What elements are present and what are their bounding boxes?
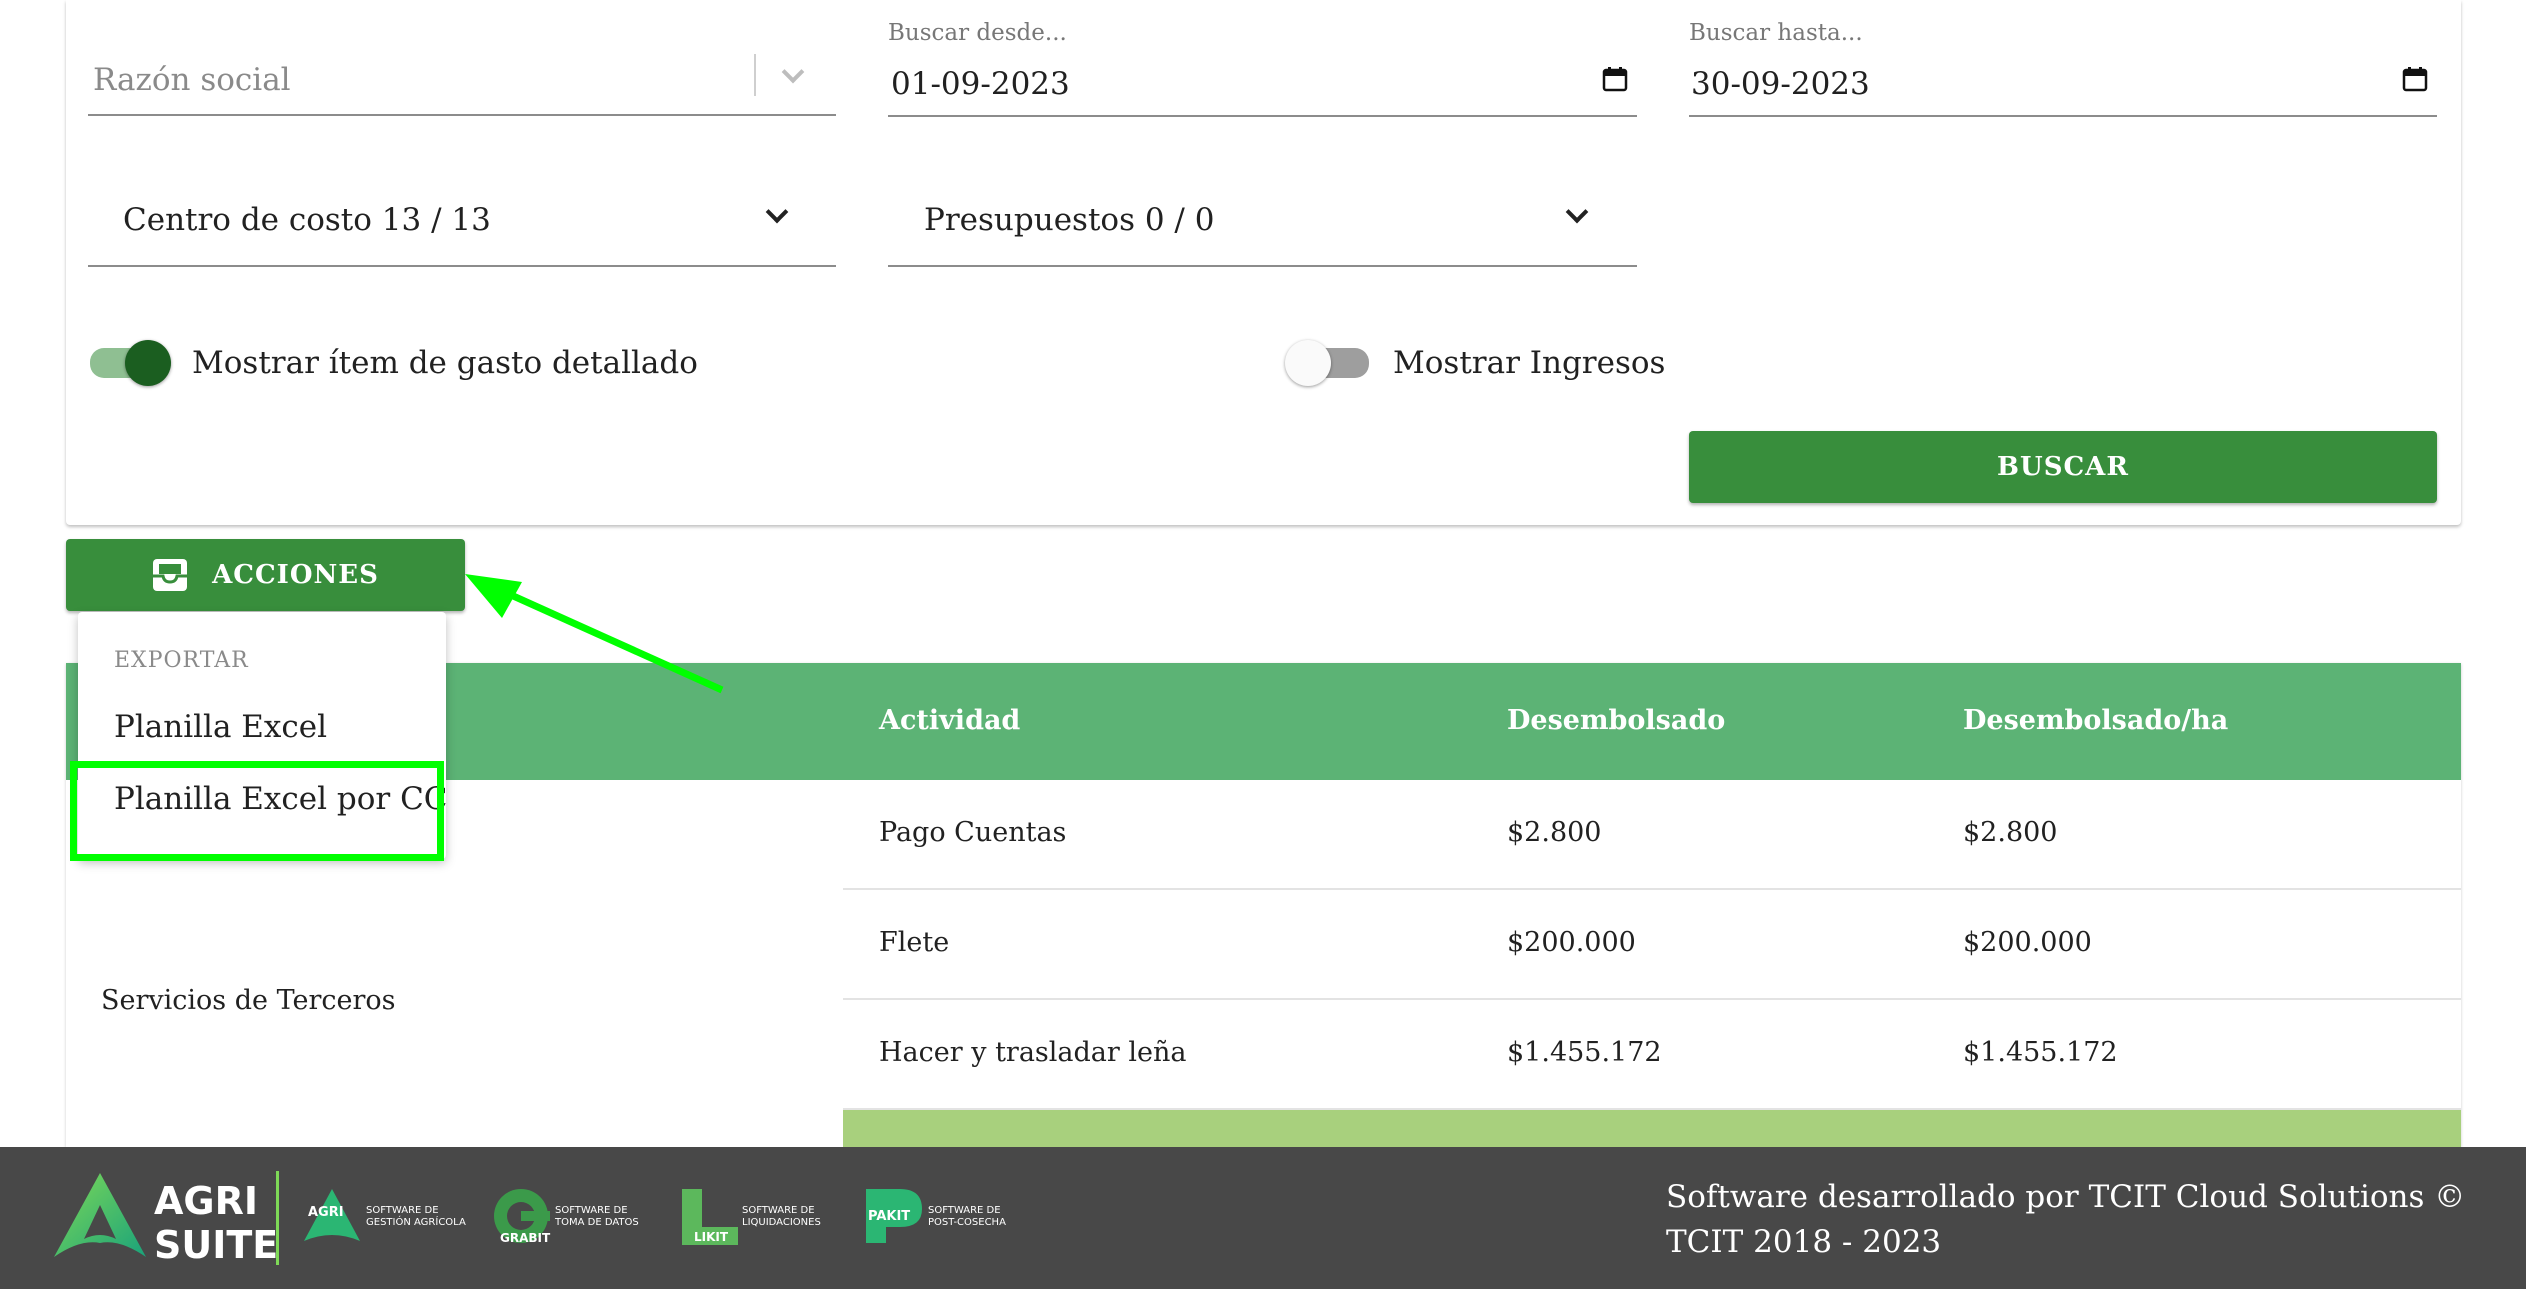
product-name: LIKIT xyxy=(694,1230,729,1244)
buscar-hasta-field[interactable]: 30-09-2023 xyxy=(1689,40,2437,117)
acciones-label: ACCIONES xyxy=(212,560,379,590)
cell-desembolsado: $1.455.172 xyxy=(1507,1037,1662,1068)
product-desc-line2: GESTIÓN AGRÍCOLA xyxy=(366,1217,466,1228)
buscar-desde-field[interactable]: 01-09-2023 xyxy=(888,40,1637,117)
select-divider xyxy=(754,54,756,96)
toggle-ingresos-label: Mostrar Ingresos xyxy=(1393,345,1666,381)
total-row xyxy=(843,1110,2461,1147)
product-desc-line1: SOFTWARE DE xyxy=(928,1205,1001,1216)
menu-header-exportar: EXPORTAR xyxy=(114,648,249,673)
toggle-ingresos[interactable] xyxy=(1283,338,1373,388)
cell-actividad: Hacer y trasladar leña xyxy=(879,1037,1187,1068)
group-cell: Servicios de Terceros xyxy=(101,985,396,1016)
cell-desembolsado: $2.800 xyxy=(1507,817,1602,848)
centro-costo-value: Centro de costo 13 / 13 xyxy=(123,202,491,238)
calendar-icon[interactable] xyxy=(2402,66,2428,92)
inbox-tray-icon xyxy=(153,559,188,591)
product-desc-line2: POST-COSECHA xyxy=(928,1217,1006,1228)
annotation-arrow xyxy=(465,574,724,694)
cell-desembolsado-ha: $200.000 xyxy=(1963,927,2092,958)
product-desc-line1: SOFTWARE DE xyxy=(555,1205,628,1216)
agrisuite-logo-icon xyxy=(54,1173,146,1257)
razon-social-placeholder: Razón social xyxy=(93,62,291,98)
chevron-down-icon[interactable] xyxy=(765,200,789,224)
footer: AGRI SUITE AGRI SOFTWARE DE GESTIÓN AGRÍ… xyxy=(0,1147,2526,1289)
acciones-button[interactable]: ACCIONES xyxy=(66,539,465,611)
chevron-down-icon[interactable] xyxy=(1565,200,1589,224)
product-desc-line1: SOFTWARE DE xyxy=(366,1205,439,1216)
product-name: GRABIT xyxy=(500,1231,551,1245)
buscar-hasta-value: 30-09-2023 xyxy=(1691,66,1870,102)
cell-desembolsado: $200.000 xyxy=(1507,927,1636,958)
presupuestos-value: Presupuestos 0 / 0 xyxy=(924,202,1215,238)
cell-desembolsado-ha: $1.455.172 xyxy=(1963,1037,2118,1068)
toggle-knob xyxy=(1285,340,1331,386)
cell-actividad: Pago Cuentas xyxy=(879,817,1067,848)
product-desc-line2: TOMA DE DATOS xyxy=(555,1217,639,1228)
header-actividad: Actividad xyxy=(879,705,1021,736)
menu-item-planilla-excel[interactable]: Planilla Excel xyxy=(114,709,327,745)
product-desc-line2: LIQUIDACIONES xyxy=(742,1217,821,1228)
footer-copyright: Software desarrollado por TCIT Cloud Sol… xyxy=(1666,1179,2466,1260)
table-row: Hacer y trasladar leña $1.455.172 $1.455… xyxy=(843,1000,2461,1110)
toggle-knob xyxy=(125,340,171,386)
table-row: Pago Cuentas $2.800 $2.800 xyxy=(843,780,2461,890)
centro-costo-select[interactable]: Centro de costo 13 / 13 xyxy=(88,170,836,267)
brand-divider xyxy=(276,1171,279,1265)
calendar-icon[interactable] xyxy=(1602,66,1628,92)
highlight-box xyxy=(70,761,444,861)
product-name: PAKIT xyxy=(868,1209,911,1224)
cell-actividad: Flete xyxy=(879,927,950,958)
cell-desembolsado-ha: $2.800 xyxy=(1963,817,2058,848)
brand-agri: AGRI xyxy=(154,1179,258,1223)
toggle-detalle-label: Mostrar ítem de gasto detallado xyxy=(192,345,698,381)
presupuestos-select[interactable]: Presupuestos 0 / 0 xyxy=(888,170,1637,267)
buscar-button[interactable]: BUSCAR xyxy=(1689,431,2437,503)
toggle-detalle[interactable] xyxy=(88,338,178,388)
buscar-desde-value: 01-09-2023 xyxy=(891,66,1070,102)
product-desc-line1: SOFTWARE DE xyxy=(742,1205,815,1216)
chevron-down-icon[interactable] xyxy=(781,60,805,84)
header-desembolsado-ha: Desembolsado/ha xyxy=(1963,705,2229,736)
product-name: AGRI xyxy=(308,1205,344,1220)
table-row: Flete $200.000 $200.000 xyxy=(843,890,2461,1000)
razon-social-select[interactable]: Razón social xyxy=(88,40,836,116)
header-desembolsado: Desembolsado xyxy=(1507,705,1726,736)
brand-suite: SUITE xyxy=(154,1223,279,1267)
